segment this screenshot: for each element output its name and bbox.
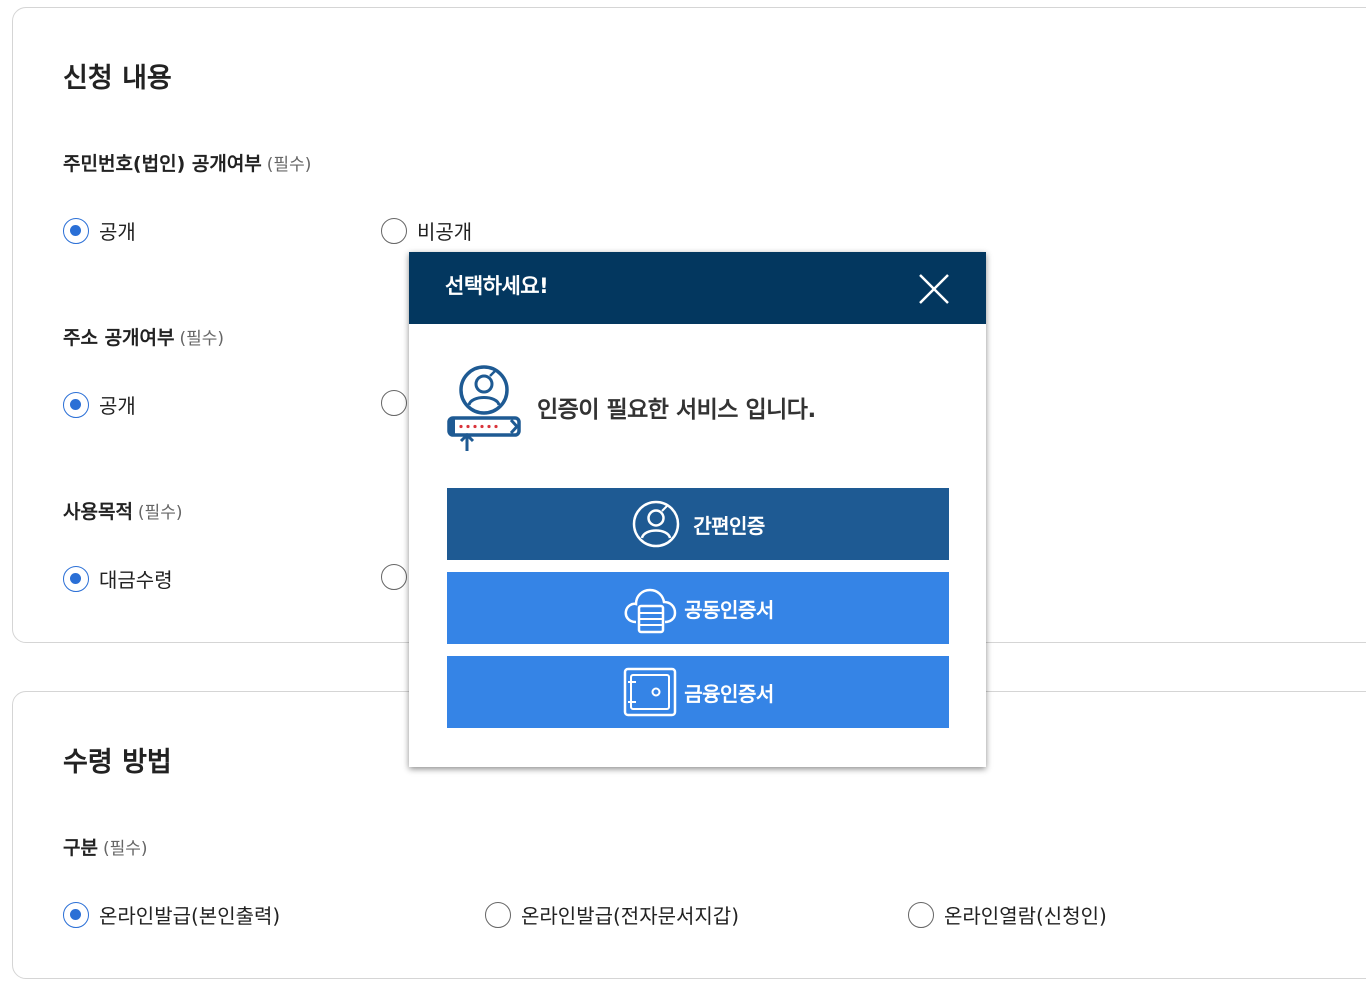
simple-auth-label: 간편인증	[693, 513, 765, 538]
radio-circle-checked[interactable]	[63, 901, 89, 928]
radio-label: 온라인열람(신청인)	[944, 904, 1107, 928]
field-label-text: 구분	[63, 837, 98, 859]
finance-cert-button[interactable]: 금융인증서	[447, 656, 949, 728]
radio-circle[interactable]	[908, 901, 934, 928]
required-mark: (필수)	[179, 329, 225, 349]
field-label-address: 주소 공개여부 (필수)	[63, 329, 224, 348]
joint-cert-button[interactable]: 공동인증서	[447, 572, 949, 644]
section-title-receipt: 수령 방법	[63, 747, 172, 778]
required-mark: (필수)	[102, 839, 148, 859]
field-label-category: 구분 (필수)	[63, 839, 148, 858]
page: 신청 내용 주민번호(법인) 공개여부 (필수) 공개 비공개 주소 공개여부 (필…	[0, 0, 1366, 997]
radio-resident-private[interactable]: 비공개	[381, 216, 472, 245]
radio-circle-checked[interactable]	[63, 391, 89, 418]
radio-purpose-other[interactable]	[381, 564, 407, 590]
simple-auth-button[interactable]: 간편인증	[447, 488, 949, 560]
section-title-application: 신청 내용	[63, 63, 172, 94]
required-mark: (필수)	[137, 503, 183, 523]
modal-header: 선택하세요!	[409, 252, 986, 324]
radio-circle-checked[interactable]	[63, 217, 89, 244]
radio-circle[interactable]	[381, 217, 407, 244]
modal-message: 인증이 필요한 서비스 입니다.	[537, 397, 816, 423]
field-label-text: 사용목적	[63, 501, 133, 523]
radio-address-public[interactable]: 공개	[63, 390, 136, 419]
radio-label: 비공개	[417, 220, 473, 244]
cloud-certificate-icon	[624, 588, 677, 634]
radio-label: 공개	[99, 220, 136, 244]
radio-label: 공개	[99, 394, 136, 418]
radio-online-e-wallet[interactable]: 온라인발급(전자문서지갑)	[485, 900, 739, 929]
radio-label: 온라인발급(전자문서지갑)	[521, 904, 740, 928]
close-icon[interactable]	[914, 269, 954, 309]
radio-resident-public[interactable]: 공개	[63, 216, 136, 245]
auth-select-modal: 선택하세요! 인증이 필요한 서비스 입니다. 간편인증 공동인증서 금융인증서	[409, 252, 986, 767]
field-label-resident-number: 주민번호(법인) 공개여부 (필수)	[63, 155, 311, 174]
field-label-purpose: 사용목적 (필수)	[63, 503, 182, 522]
radio-online-view[interactable]: 온라인열람(신청인)	[908, 900, 1107, 929]
field-label-text: 주민번호(법인) 공개여부	[63, 153, 262, 175]
radio-address-private[interactable]	[381, 390, 407, 416]
radio-label: 온라인발급(본인출력)	[99, 904, 281, 928]
radio-online-self-print[interactable]: 온라인발급(본인출력)	[63, 900, 280, 929]
radio-circle[interactable]	[381, 390, 407, 416]
modal-title: 선택하세요!	[445, 274, 549, 298]
radio-circle-checked[interactable]	[63, 565, 89, 592]
finance-cert-label: 금융인증서	[684, 681, 774, 706]
radio-label: 대금수령	[99, 568, 173, 592]
user-password-icon	[447, 365, 521, 451]
required-mark: (필수)	[266, 155, 312, 175]
radio-circle[interactable]	[485, 901, 511, 928]
user-circle-icon	[632, 500, 680, 548]
safe-icon	[624, 667, 677, 717]
close-button[interactable]	[914, 269, 954, 309]
radio-purpose-payment[interactable]: 대금수령	[63, 564, 173, 593]
radio-circle[interactable]	[381, 564, 407, 590]
joint-cert-label: 공동인증서	[684, 597, 774, 622]
field-label-text: 주소 공개여부	[63, 327, 175, 349]
